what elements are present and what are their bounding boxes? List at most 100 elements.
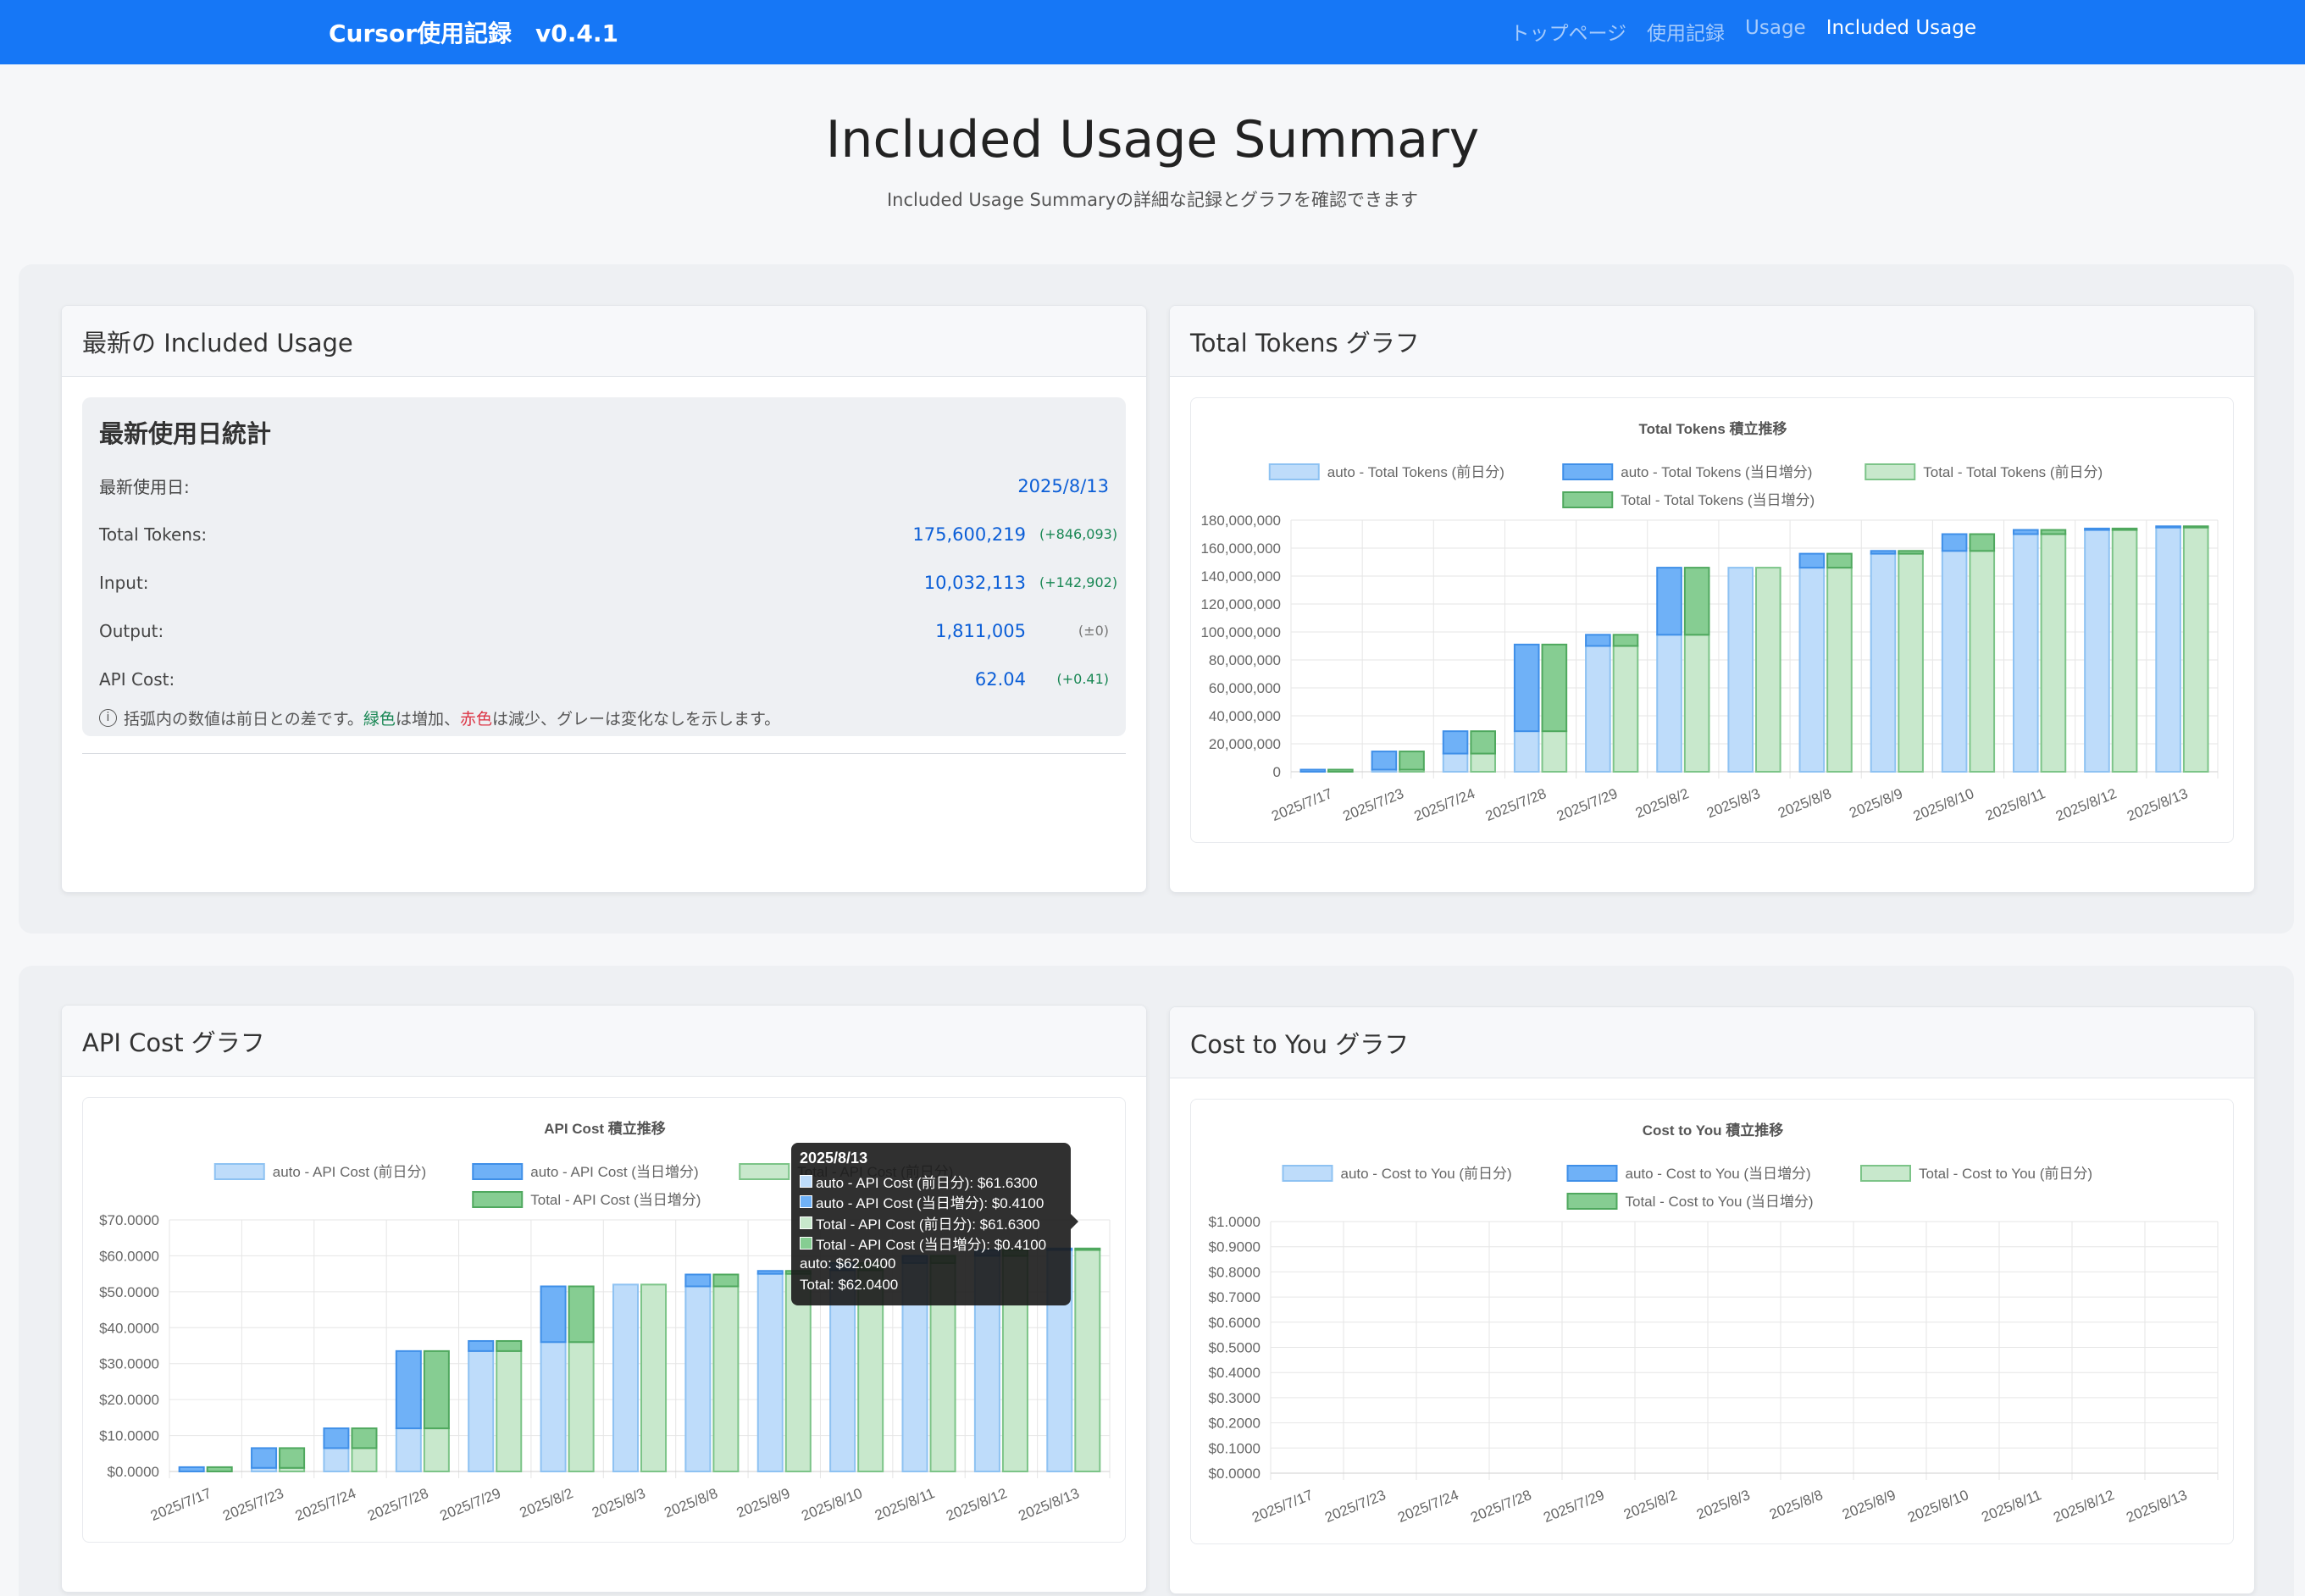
legend-swatch — [1562, 463, 1614, 480]
bar-segment — [2111, 529, 2138, 773]
stat-row-output: Output: 1,811,005 (±0) — [99, 607, 1109, 655]
bar-segment — [2155, 526, 2181, 773]
bar-segment — [351, 1427, 378, 1449]
legend-swatch — [800, 1237, 812, 1250]
stat-delta: (+0.41) — [1056, 671, 1109, 687]
bar-segment — [1683, 634, 1710, 773]
stat-delta: (+142,902) — [1039, 574, 1118, 590]
chart-title: API Cost 積立推移 — [544, 1120, 666, 1137]
nav-link-included-usage[interactable]: Included Usage — [1826, 17, 1976, 46]
y-tick-label: $40.0000 — [99, 1320, 159, 1336]
bar-segment — [568, 1285, 595, 1344]
nav-link-usage[interactable]: Usage — [1745, 17, 1806, 46]
legend-swatch — [739, 1163, 790, 1180]
x-tick-label: 2025/8/3 — [590, 1485, 647, 1521]
x-tick-label: 2025/8/12 — [2053, 785, 2119, 824]
nav-links: トップページ 使用記録 Usage Included Usage — [1510, 17, 1976, 46]
bar-segment — [640, 1283, 668, 1472]
y-tick-label: 140,000,000 — [1200, 568, 1281, 585]
bar-segment — [1470, 752, 1496, 773]
bar-segment — [2013, 533, 2039, 773]
bar-segment — [1470, 730, 1496, 755]
y-tick-label: $10.0000 — [99, 1428, 159, 1444]
note-red: 赤色 — [459, 710, 492, 729]
stat-value: 10,032,113 — [923, 572, 1026, 593]
bar-segment — [323, 1447, 350, 1472]
total-tokens-chart-svg: Total Tokens 積立推移 auto - Total Tokens (前日… — [1200, 420, 2219, 824]
bar-segment — [2084, 529, 2110, 773]
x-tick-label: 2025/7/17 — [1269, 785, 1334, 824]
tooltip-footer: Total: $62.0400 — [800, 1276, 899, 1293]
y-tick-label: 40,000,000 — [1209, 708, 1281, 724]
legend-label: auto - Cost to You (前日分) — [1341, 1166, 1512, 1182]
legend-swatch — [800, 1174, 812, 1188]
bar-segment — [323, 1427, 350, 1449]
x-tick-label: 2025/8/13 — [2125, 785, 2190, 824]
card-title: Total Tokens グラフ — [1170, 306, 2254, 377]
legend-swatch — [213, 1163, 265, 1180]
card-title: API Cost グラフ — [62, 1006, 1146, 1077]
cost-to-you-card: Cost to You グラフ Cost to You 積立推移 auto - C… — [1169, 1006, 2255, 1594]
navbar: Cursor使用記録 v0.4.1 トップページ 使用記録 Usage Incl… — [0, 0, 2305, 64]
tooltip-row: auto - API Cost (前日分): $61.6300 — [800, 1171, 1062, 1192]
stat-label: Output: — [99, 620, 164, 641]
y-tick-label: 60,000,000 — [1209, 680, 1281, 696]
x-tick-label: 2025/7/17 — [1249, 1487, 1315, 1526]
stat-row-total-tokens: Total Tokens: 175,600,219 (+846,093) — [99, 510, 1117, 558]
x-tick-label: 2025/7/28 — [1483, 785, 1549, 824]
bar-segment — [2084, 527, 2110, 531]
y-tick-label: $60.0000 — [99, 1248, 159, 1264]
app-brand[interactable]: Cursor使用記録 v0.4.1 — [329, 15, 618, 49]
bar-segment — [1541, 730, 1568, 773]
x-tick-label: 2025/7/24 — [293, 1485, 358, 1524]
bar-segment — [206, 1466, 233, 1472]
y-tick-label: 160,000,000 — [1200, 540, 1281, 557]
bar-segment — [1798, 552, 1826, 569]
bar-segment — [423, 1427, 450, 1473]
nav-link-usage-records[interactable]: 使用記録 — [1647, 17, 1725, 46]
page-title: Included Usage Summary — [825, 110, 1480, 169]
y-tick-label: $0.7000 — [1209, 1289, 1261, 1305]
y-tick-label: $0.2000 — [1209, 1416, 1261, 1432]
x-tick-label: 2025/7/28 — [365, 1485, 430, 1524]
x-tick-label: 2025/7/28 — [1468, 1487, 1533, 1526]
bar-segment — [756, 1272, 784, 1472]
y-tick-label: 20,000,000 — [1209, 736, 1281, 752]
x-tick-label: 2025/8/10 — [1905, 1487, 1970, 1526]
chart-tooltip: 2025/8/13 auto - API Cost (前日分): $61.630… — [791, 1143, 1078, 1305]
x-tick-label: 2025/7/24 — [1412, 785, 1477, 824]
y-tick-label: $70.0000 — [99, 1212, 159, 1228]
bar-segment — [1371, 751, 1398, 771]
bar-segment — [1585, 634, 1611, 647]
stats-title: 最新使用日統計 — [99, 419, 272, 448]
bar-segment — [1941, 533, 1968, 552]
y-tick-label: 120,000,000 — [1200, 596, 1281, 612]
stat-value: 2025/8/13 — [1017, 475, 1109, 496]
stat-value: 1,811,005 — [935, 620, 1026, 641]
latest-stats-box: 最新使用日統計 最新使用日: 2025/8/13 Total Tokens: 1… — [82, 397, 1126, 736]
bar-segment — [1798, 567, 1826, 773]
chart-title: Total Tokens 積立推移 — [1638, 420, 1787, 437]
bar-segment — [2111, 527, 2138, 531]
bar-segment — [1541, 643, 1568, 733]
card-title: Cost to You グラフ — [1170, 1007, 2254, 1078]
bar-segment — [1656, 567, 1682, 636]
tooltip-line: auto - API Cost (当日増分): $0.4100 — [816, 1195, 1044, 1212]
x-tick-label: 2025/8/12 — [944, 1485, 1009, 1524]
y-tick-label: 0 — [1273, 764, 1281, 780]
x-tick-label: 2025/8/13 — [2124, 1487, 2189, 1526]
nav-link-top[interactable]: トップページ — [1510, 17, 1626, 46]
y-tick-label: $30.0000 — [99, 1356, 159, 1372]
legend-swatch — [1566, 1193, 1618, 1210]
x-tick-label: 2025/8/12 — [2051, 1487, 2116, 1526]
bar-segment — [1327, 768, 1354, 773]
bar-segment — [1969, 550, 1996, 773]
bar-segment — [468, 1339, 495, 1352]
bar-segment — [2182, 526, 2209, 773]
stat-label: API Cost: — [99, 668, 175, 690]
bar-segment — [1399, 751, 1425, 771]
stat-value: 175,600,219 — [912, 524, 1026, 545]
y-tick-label: $20.0000 — [99, 1392, 159, 1408]
latest-usage-card: 最新の Included Usage 最新使用日統計 最新使用日: 2025/8… — [61, 305, 1147, 893]
legend-label: Total - Total Tokens (前日分) — [1923, 464, 2103, 480]
